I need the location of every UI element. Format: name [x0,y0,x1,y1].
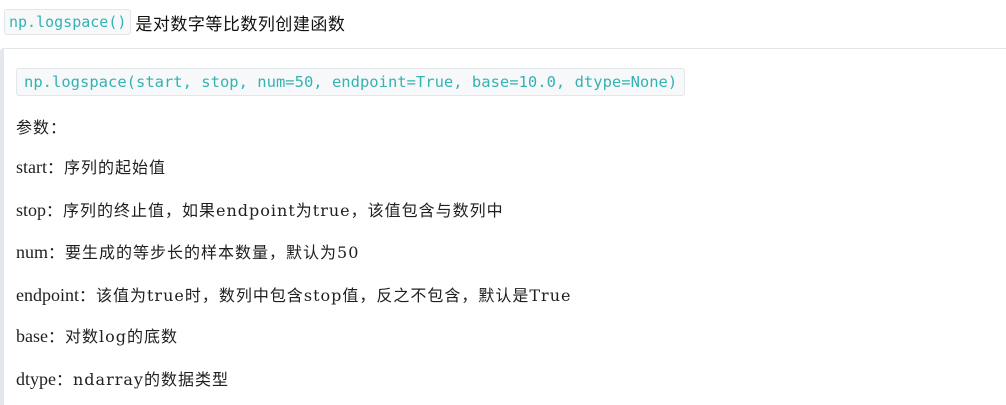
param-dtype: dtype：ndarray的数据类型 [16,367,229,392]
heading-line: np.logspace() 是对数字等比数列创建函数 [4,8,345,36]
param-name: stop [16,200,47,220]
param-name: num [16,242,49,262]
param-desc: ：序列的起始值 [47,158,167,177]
param-desc: ：该值为true时，数列中包含stop值，反之不包含，默认是True [79,286,572,305]
param-name: dtype [16,369,56,389]
signature-code: np.logspace(start, stop, num=50, endpoin… [16,68,686,96]
blockquote [0,48,1006,405]
param-desc: ：ndarray的数据类型 [56,370,229,389]
params-title: 参数： [16,115,67,140]
function-signature: np.logspace(start, stop, num=50, endpoin… [16,68,686,96]
param-num: num：要生成的等步长的样本数量，默认为50 [16,240,359,265]
heading-text: 是对数字等比数列创建函数 [135,14,346,34]
param-desc: ：序列的终止值，如果endpoint为true，该值包含与数列中 [46,201,504,220]
param-name: endpoint [16,285,79,305]
param-desc: ：对数log的底数 [47,327,178,346]
param-stop: stop：序列的终止值，如果endpoint为true，该值包含与数列中 [16,198,504,223]
params-title-text: 参数： [16,118,68,137]
param-desc: ：要生成的等步长的样本数量，默认为50 [48,243,360,262]
param-base: base：对数log的底数 [16,324,178,349]
param-name: base [16,326,48,346]
param-endpoint: endpoint：该值为true时，数列中包含stop值，反之不包含，默认是Tr… [16,283,571,308]
param-name: start [16,157,47,177]
heading-code: np.logspace() [4,9,132,35]
param-start: start：序列的起始值 [16,155,166,180]
